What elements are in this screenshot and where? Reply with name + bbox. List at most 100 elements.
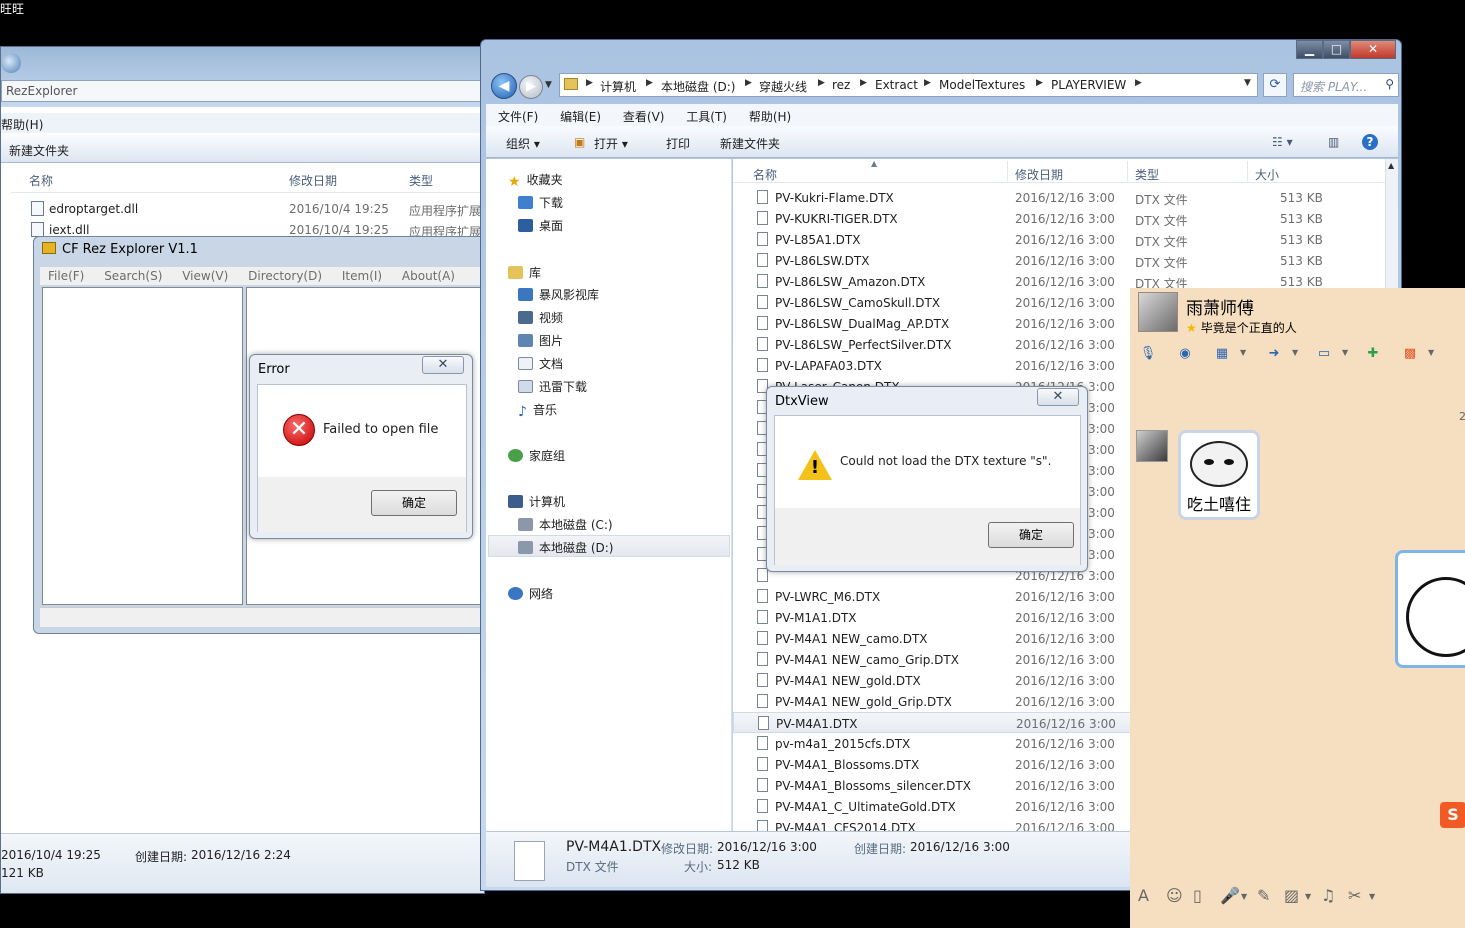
chevron-right-icon[interactable]: ▶: [860, 78, 867, 88]
shake-icon[interactable]: ▯: [1193, 886, 1202, 905]
new-folder-button[interactable]: 新建文件夹: [720, 135, 780, 152]
address-dropdown-icon[interactable]: ▼: [1244, 78, 1251, 88]
column-size[interactable]: 大小: [1255, 166, 1279, 183]
emoji-icon[interactable]: ☺: [1166, 886, 1183, 905]
view-options-icon[interactable]: ☷ ▾: [1272, 135, 1293, 149]
menu-about[interactable]: About(A): [402, 269, 455, 283]
chevron-right-icon[interactable]: ▶: [1036, 78, 1043, 88]
chevron-right-icon[interactable]: ▶: [745, 78, 752, 88]
create-group-icon[interactable]: ✚: [1362, 344, 1384, 364]
close-button[interactable]: ✕: [1350, 40, 1396, 59]
file-row[interactable]: PV-KUKRI-TIGER.DTX 2016/12/16 3:00 DTX 文件 5…: [733, 208, 1385, 229]
nav-network[interactable]: 网络: [508, 585, 553, 602]
sogou-ime-icon[interactable]: S: [1440, 802, 1465, 828]
remote-desktop-icon[interactable]: ▭: [1313, 344, 1335, 364]
recent-pages-dropdown-icon[interactable]: ▼: [545, 80, 552, 90]
chevron-down-icon[interactable]: ▼: [1241, 892, 1247, 901]
breadcrumb-item[interactable]: 穿越火线: [759, 78, 807, 95]
search-icon[interactable]: ⚲: [1385, 77, 1394, 91]
handwriting-icon[interactable]: ✎: [1257, 886, 1270, 905]
chevron-down-icon[interactable]: ▼: [1428, 348, 1434, 357]
nav-favorites[interactable]: ★ 收藏夹: [508, 171, 563, 190]
apps-icon[interactable]: ▩: [1399, 344, 1421, 364]
file-row[interactable]: edroptarget.dll 2016/10/4 19:25 应用程序扩展: [11, 199, 486, 219]
column-divider[interactable]: [1247, 161, 1248, 181]
column-modified[interactable]: 修改日期: [1015, 166, 1063, 183]
organize-button[interactable]: 组织 ▾: [506, 135, 540, 152]
column-type[interactable]: 类型: [409, 172, 433, 189]
column-divider[interactable]: [1127, 161, 1128, 181]
chevron-right-icon[interactable]: ▶: [1135, 78, 1142, 88]
chevron-down-icon[interactable]: ▼: [1369, 892, 1375, 901]
voice-icon[interactable]: 🎤: [1220, 886, 1240, 905]
column-name[interactable]: 名称: [29, 172, 53, 189]
menu-edit[interactable]: 编辑(E): [560, 110, 601, 124]
nav-drive-c[interactable]: 本地磁盘 (C:): [518, 516, 613, 533]
maximize-button[interactable]: □: [1323, 40, 1350, 59]
ok-button[interactable]: 确定: [371, 490, 457, 516]
help-icon[interactable]: ?: [1362, 134, 1378, 150]
breadcrumb-item[interactable]: 计算机: [600, 78, 636, 95]
music-icon[interactable]: ♫: [1321, 886, 1335, 905]
refresh-icon[interactable]: ⟳: [1263, 73, 1287, 97]
menu-file[interactable]: File(F): [48, 269, 84, 283]
chevron-down-icon[interactable]: ▼: [1240, 348, 1246, 357]
nav-desktop[interactable]: 桌面: [518, 217, 563, 234]
back-button[interactable]: [1, 53, 21, 73]
send-file-icon[interactable]: ➜: [1263, 344, 1285, 364]
nav-baofeng[interactable]: 暴风影视库: [518, 286, 599, 303]
close-icon[interactable]: ✕: [1037, 388, 1079, 406]
video-call-icon[interactable]: ◉: [1174, 344, 1196, 364]
menu-view[interactable]: 查看(V): [623, 110, 665, 124]
chevron-down-icon[interactable]: ▼: [1342, 348, 1348, 357]
menu-file[interactable]: 文件(F): [498, 110, 538, 124]
nav-libraries[interactable]: 库: [508, 264, 541, 281]
forward-arrow-icon[interactable]: ▶: [519, 75, 543, 99]
preview-pane-icon[interactable]: ▥: [1328, 135, 1339, 149]
address-bar[interactable]: ▶ 计算机 ▶ 本地磁盘 (D:) ▶ 穿越火线 ▶ rez ▶ Extract…: [559, 73, 1258, 97]
nav-pictures[interactable]: 图片: [518, 332, 563, 349]
nav-drive-d[interactable]: 本地磁盘 (D:): [518, 539, 613, 556]
menu-item[interactable]: Item(I): [342, 269, 382, 283]
nav-downloads[interactable]: 下载: [518, 194, 563, 211]
file-row[interactable]: PV-L85A1.DTX 2016/12/16 3:00 DTX 文件 513 KB: [733, 229, 1385, 250]
chevron-right-icon[interactable]: ▶: [818, 78, 825, 88]
column-type[interactable]: 类型: [1135, 166, 1159, 183]
nav-homegroup[interactable]: 家庭组: [508, 447, 565, 464]
nav-music[interactable]: ♪ 音乐: [518, 401, 557, 420]
sender-avatar[interactable]: [1136, 430, 1168, 462]
screenshot-icon[interactable]: ✂: [1348, 886, 1361, 905]
column-name[interactable]: 名称: [753, 166, 777, 183]
sticker-message-outgoing[interactable]: [1395, 550, 1465, 668]
breadcrumb-item[interactable]: rez: [832, 78, 850, 92]
contact-avatar[interactable]: [1138, 292, 1178, 332]
minimize-button[interactable]: ▁: [1296, 40, 1323, 59]
breadcrumb-item[interactable]: 本地磁盘 (D:): [661, 78, 735, 95]
print-button[interactable]: 打印: [666, 135, 690, 152]
tree-pane[interactable]: [42, 287, 243, 605]
chevron-right-icon[interactable]: ▶: [646, 78, 653, 88]
menu-search[interactable]: Search(S): [104, 269, 162, 283]
menu-help[interactable]: 帮助(H): [1, 118, 43, 132]
chevron-right-icon[interactable]: ▶: [924, 78, 931, 88]
breadcrumb-item[interactable]: Extract: [875, 78, 918, 92]
search-input[interactable]: 搜索 PLAY... ⚲: [1293, 73, 1399, 97]
screen-share-icon[interactable]: ▦: [1211, 344, 1233, 364]
nav-documents[interactable]: 文档: [518, 355, 563, 372]
microphone-icon[interactable]: 🎙: [1137, 344, 1159, 364]
ok-button[interactable]: 确定: [988, 522, 1074, 548]
menu-directory[interactable]: Directory(D): [248, 269, 322, 283]
nav-videos[interactable]: 视频: [518, 309, 563, 326]
breadcrumb-item[interactable]: ModelTextures: [939, 78, 1025, 92]
scroll-up-icon[interactable]: ▲: [1388, 161, 1394, 170]
new-folder-button[interactable]: 新建文件夹: [9, 144, 69, 158]
chevron-down-icon[interactable]: ▼: [1292, 348, 1298, 357]
column-modified[interactable]: 修改日期: [289, 172, 337, 189]
nav-computer[interactable]: 计算机: [508, 493, 565, 510]
menu-view[interactable]: View(V): [182, 269, 228, 283]
file-row[interactable]: PV-Kukri-Flame.DTX 2016/12/16 3:00 DTX 文件 5…: [733, 187, 1385, 208]
menu-help[interactable]: 帮助(H): [749, 110, 791, 124]
back-arrow-icon[interactable]: ◀: [491, 73, 517, 99]
file-row[interactable]: PV-L86LSW.DTX 2016/12/16 3:00 DTX 文件 513 KB: [733, 250, 1385, 271]
open-button[interactable]: 打开 ▾: [594, 135, 628, 152]
